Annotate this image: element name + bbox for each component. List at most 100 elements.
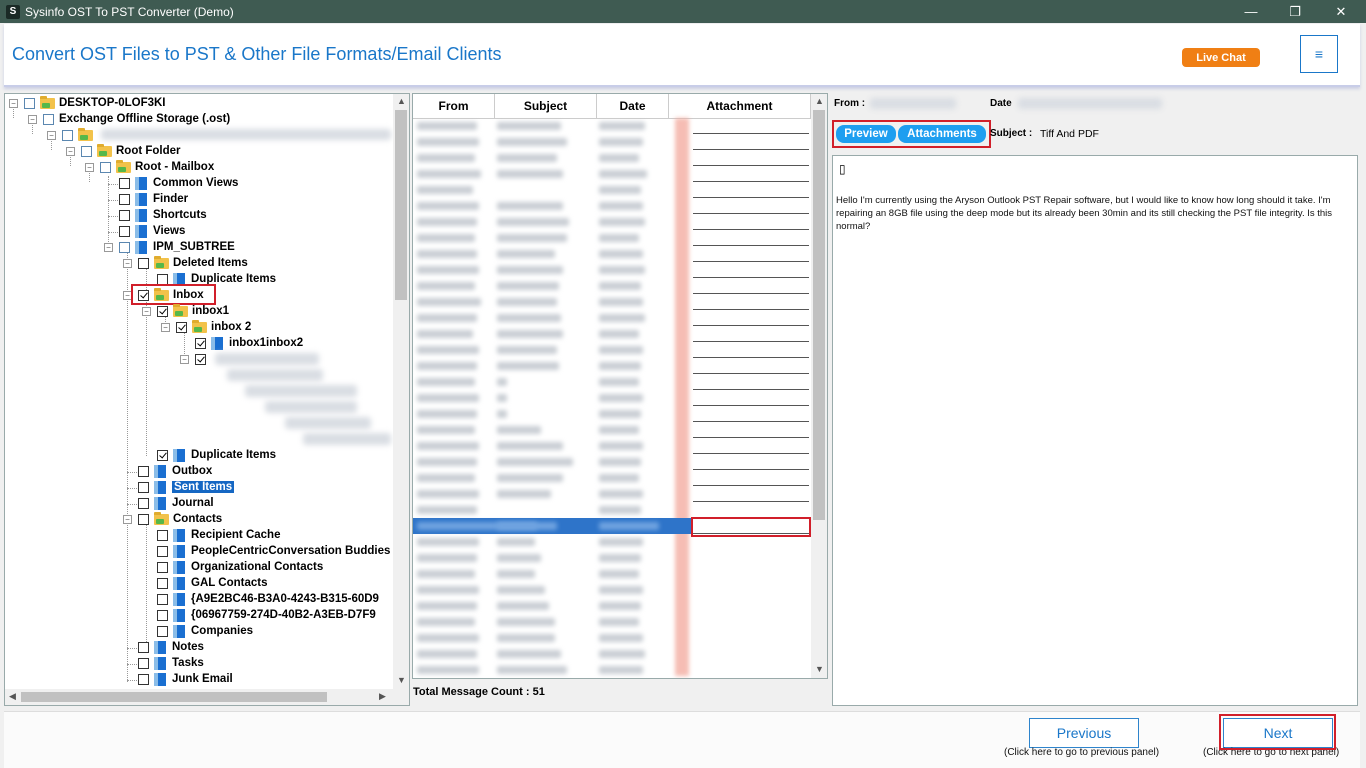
message-row[interactable] [413,614,811,630]
checkbox[interactable] [119,193,130,205]
folder-tree[interactable]: − − − − − − − − − − − − DESKTOP-0LOF3KI … [4,93,410,706]
checkbox[interactable] [24,97,35,109]
tree-horizontal-scrollbar[interactable]: ◀ ▶ [5,689,409,705]
checkbox[interactable] [157,449,168,461]
scroll-down-icon[interactable]: ▼ [397,675,406,685]
message-row[interactable] [413,342,811,358]
tree-item-desktop[interactable]: DESKTOP-0LOF3KI [24,95,166,111]
scroll-thumb[interactable] [813,110,825,520]
column-header-attachment[interactable]: Attachment [669,94,811,118]
message-row[interactable] [413,150,811,166]
tree-item-finder[interactable]: Finder [119,191,188,207]
tree-item-inbox1[interactable]: inbox1 [157,303,229,319]
checkbox[interactable] [119,177,130,189]
checkbox[interactable] [157,561,168,573]
checkbox[interactable] [157,625,168,637]
tree-item-root-folder[interactable]: Root Folder [81,143,181,159]
checkbox[interactable] [119,225,130,237]
message-row[interactable] [413,566,811,582]
message-row[interactable] [413,310,811,326]
checkbox[interactable] [157,593,168,605]
scroll-up-icon[interactable]: ▲ [815,96,824,106]
message-row[interactable] [413,358,811,374]
tree-vertical-scrollbar[interactable]: ▲ ▼ [393,94,409,690]
checkbox[interactable] [43,113,54,125]
tree-item-root-mailbox[interactable]: Root - Mailbox [100,159,214,175]
collapse-toggle[interactable]: − [47,131,56,140]
collapse-toggle[interactable]: − [161,323,170,332]
checkbox[interactable] [138,497,149,509]
tree-item-recipient-cache[interactable]: Recipient Cache [157,527,280,543]
checkbox[interactable] [138,257,149,269]
checkbox[interactable] [176,321,187,333]
message-row[interactable] [413,646,811,662]
collapse-toggle[interactable]: − [142,307,151,316]
message-list[interactable]: From Subject Date Attachment ▲ ▼ [412,93,828,679]
collapse-toggle[interactable]: − [180,355,189,364]
checkbox[interactable] [62,129,73,141]
message-row[interactable] [413,598,811,614]
collapse-toggle[interactable]: − [66,147,75,156]
tree-item-guid-a9e2[interactable]: {A9E2BC46-B3A0-4243-B315-60D9 [157,591,379,607]
collapse-toggle[interactable]: − [123,259,132,268]
tree-item-organizational-contacts[interactable]: Organizational Contacts [157,559,323,575]
tree-item-notes[interactable]: Notes [138,639,204,655]
checkbox[interactable] [119,241,130,253]
scroll-left-icon[interactable]: ◀ [9,691,16,702]
tree-item-companies[interactable]: Companies [157,623,253,639]
scroll-down-icon[interactable]: ▼ [815,664,824,674]
column-header-subject[interactable]: Subject [495,94,597,118]
tree-item-journal[interactable]: Journal [138,495,214,511]
message-row[interactable] [413,118,811,134]
message-row[interactable] [413,278,811,294]
checkbox[interactable] [138,657,149,669]
tree-item-shortcuts[interactable]: Shortcuts [119,207,207,223]
checkbox[interactable] [138,465,149,477]
tree-item-guid-0696[interactable]: {06967759-274D-40B2-A3EB-D7F9 [157,607,376,623]
checkbox[interactable] [157,609,168,621]
message-row[interactable] [413,454,811,470]
live-chat-button[interactable]: Live Chat [1182,48,1260,67]
checkbox[interactable] [138,513,149,525]
message-row[interactable] [413,166,811,182]
checkbox[interactable] [195,337,206,349]
tree-item-exchange-storage[interactable]: Exchange Offline Storage (.ost) [43,111,230,127]
tree-item-ipm-subtree[interactable]: IPM_SUBTREE [119,239,235,255]
checkbox[interactable] [157,577,168,589]
tree-item-inbox-2[interactable]: inbox 2 [176,319,251,335]
checkbox[interactable] [157,545,168,557]
checkbox[interactable] [138,481,149,493]
message-row[interactable] [413,134,811,150]
menu-button[interactable]: ≡ [1300,35,1338,73]
message-row[interactable] [413,438,811,454]
checkbox[interactable] [119,209,130,221]
tree-item-ost-file[interactable] [62,127,97,143]
message-row[interactable] [413,502,811,518]
message-row[interactable] [413,262,811,278]
collapse-toggle[interactable]: − [104,243,113,252]
maximize-button[interactable]: ❐ [1272,0,1318,23]
tree-item-inbox1inbox2[interactable]: inbox1inbox2 [195,335,303,351]
message-row[interactable] [413,422,811,438]
tree-item-duplicate-items-2[interactable]: Duplicate Items [157,447,276,463]
message-row[interactable] [413,182,811,198]
message-row[interactable] [413,246,811,262]
column-header-from[interactable]: From [413,94,495,118]
minimize-button[interactable]: — [1228,0,1274,23]
previous-button[interactable]: Previous [1029,718,1139,748]
tree-item-outbox[interactable]: Outbox [138,463,212,479]
checkbox[interactable] [138,641,149,653]
tree-item-people-centric[interactable]: PeopleCentricConversation Buddies [157,543,390,559]
checkbox[interactable] [81,145,92,157]
message-row[interactable] [413,214,811,230]
message-row[interactable] [413,662,811,678]
collapse-toggle[interactable]: − [28,115,37,124]
tree-item-sent-items[interactable]: Sent Items [138,479,235,495]
message-row[interactable] [413,294,811,310]
message-row[interactable] [413,582,811,598]
message-preview[interactable]: ▯ Hello I'm currently using the Aryson O… [832,155,1358,706]
tree-item-common-views[interactable]: Common Views [119,175,238,191]
close-button[interactable]: ✕ [1318,0,1364,23]
message-row[interactable] [413,486,811,502]
tree-item-deleted-items[interactable]: Deleted Items [138,255,248,271]
